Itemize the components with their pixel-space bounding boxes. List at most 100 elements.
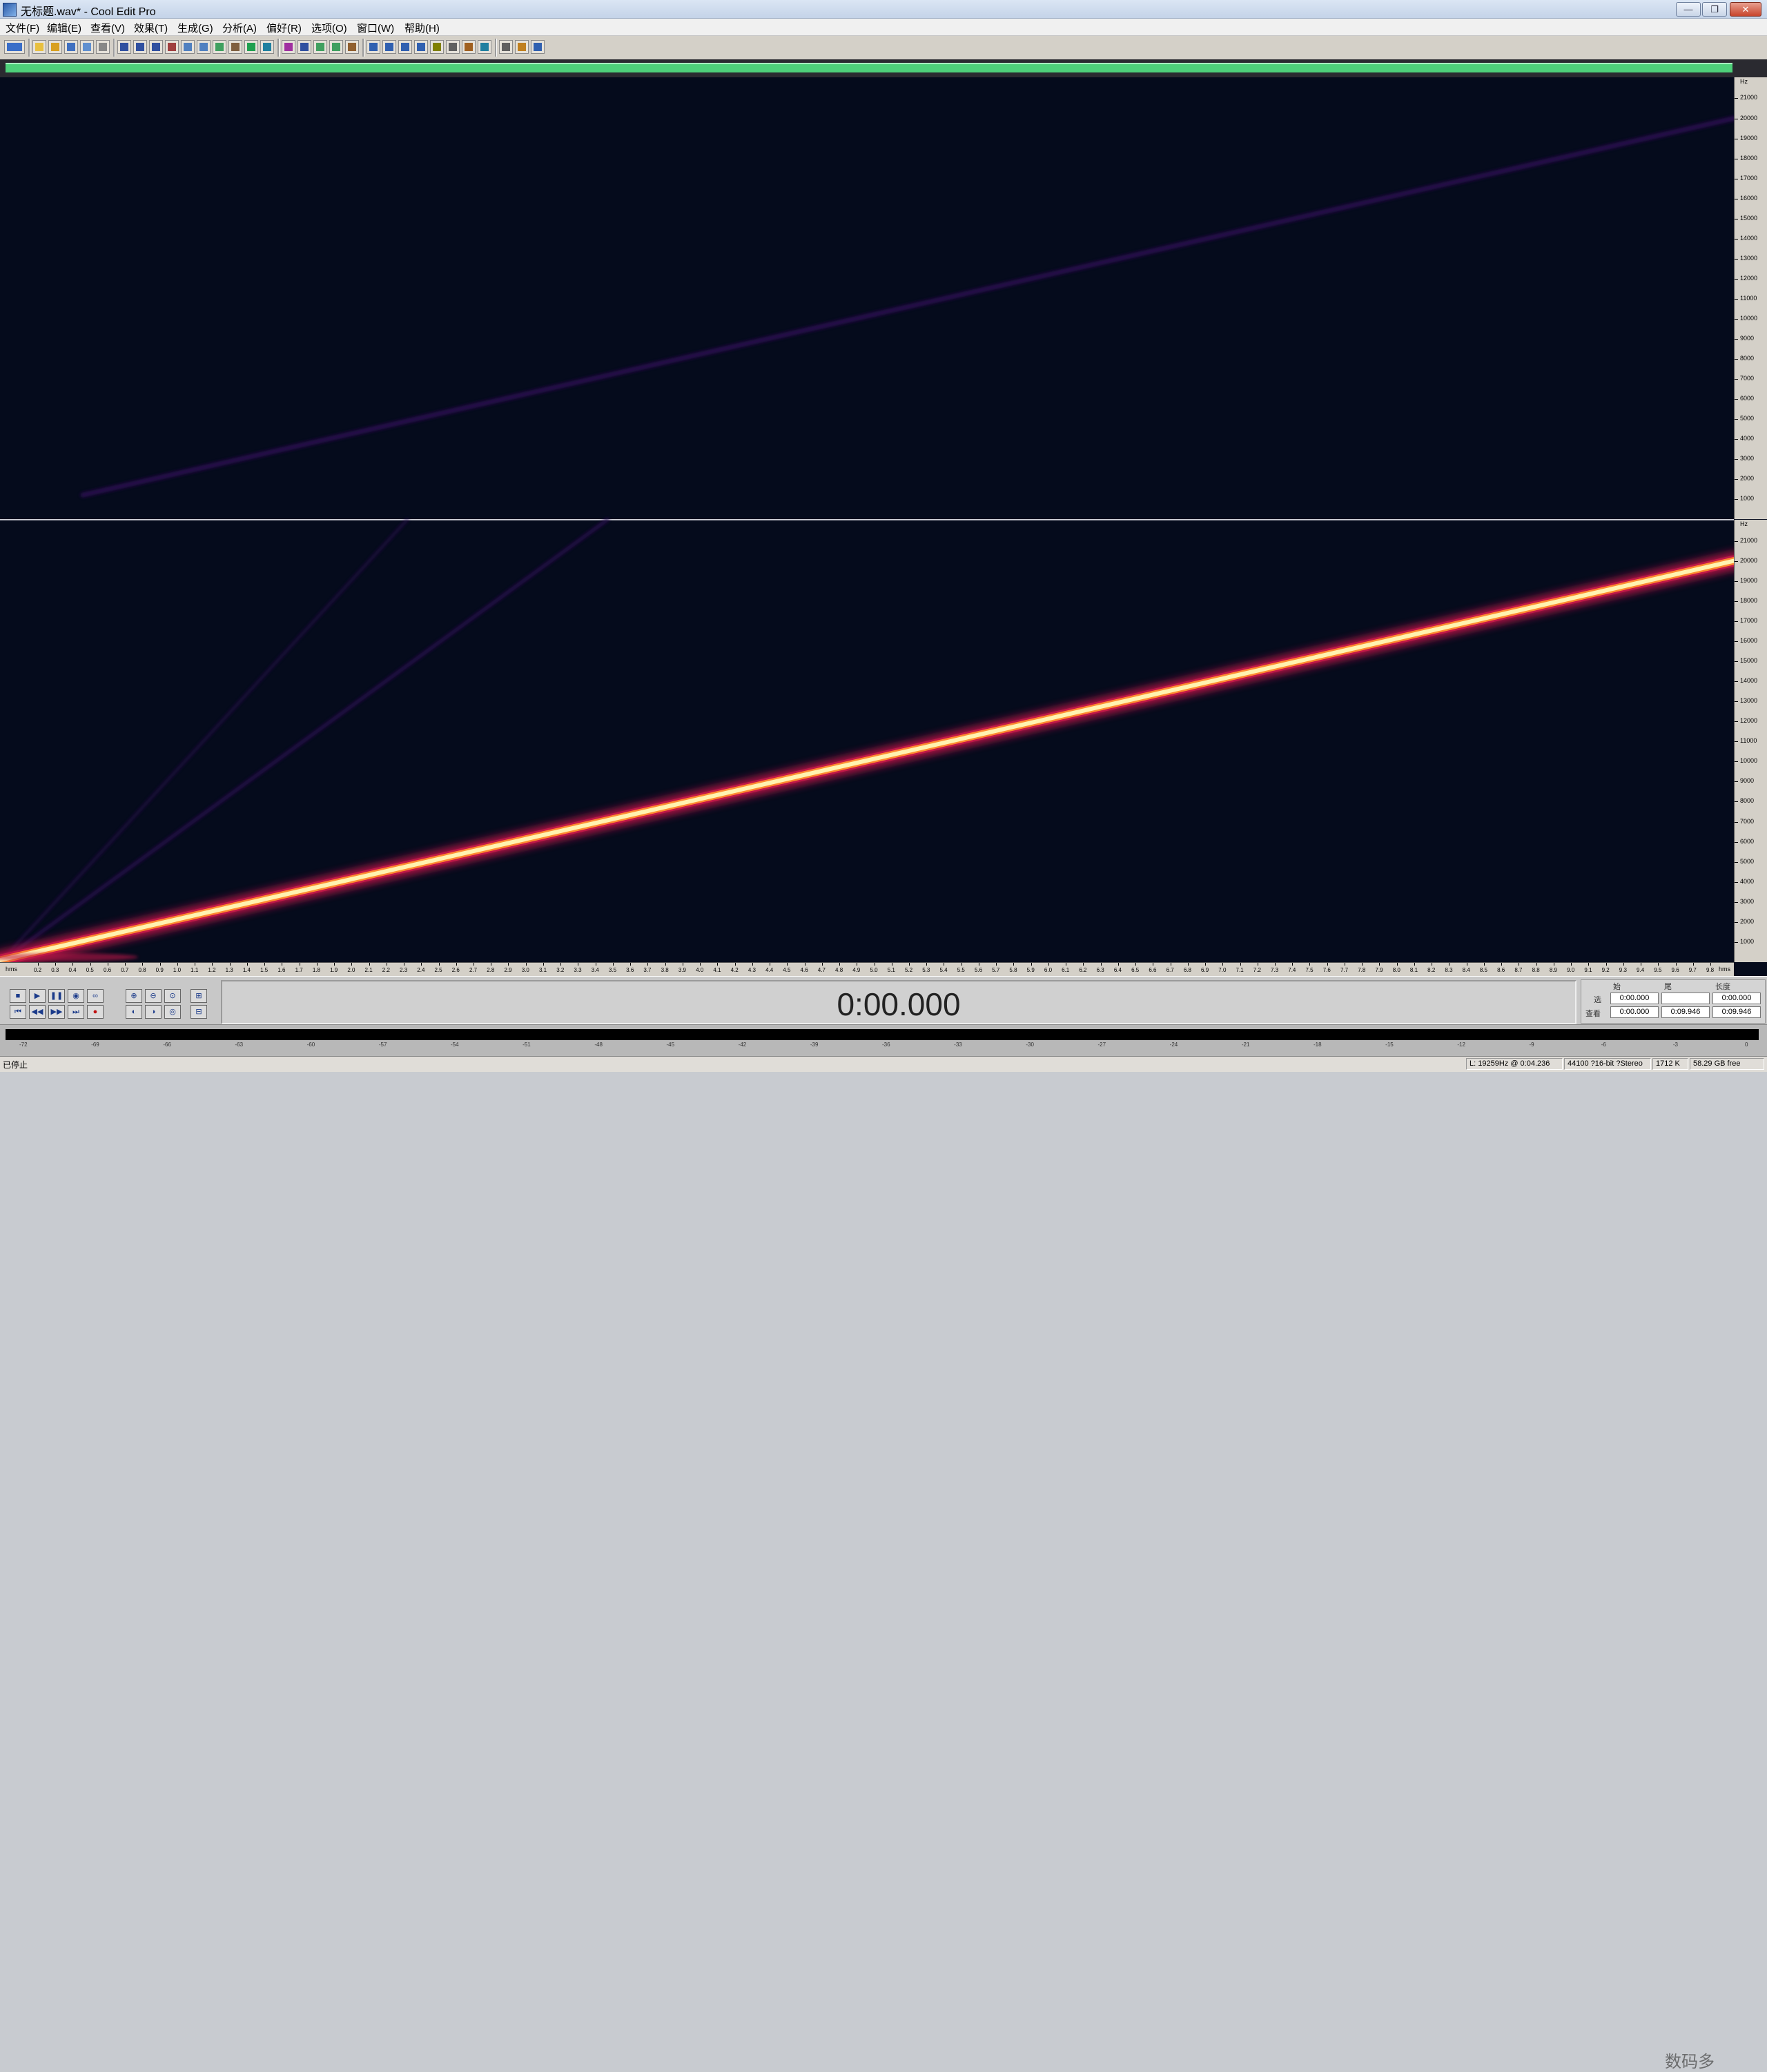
menu-generate[interactable]: 生成(G)	[177, 21, 213, 35]
save-as-icon[interactable]	[80, 40, 94, 54]
meter-scale-label: -12	[1457, 1042, 1465, 1048]
mix-paste-icon[interactable]	[213, 40, 226, 54]
play-to-end-button[interactable]: ◉	[68, 989, 84, 1003]
menu-window[interactable]: 窗口(W)	[357, 21, 394, 35]
view-end-field[interactable]: 0:09.946	[1661, 1006, 1710, 1018]
loop-play-button[interactable]: ∞	[87, 989, 104, 1003]
selection-start-field[interactable]: 0:00.000	[1610, 993, 1659, 1004]
redo-icon[interactable]	[133, 40, 147, 54]
spectral-view-icon[interactable]	[282, 40, 295, 54]
time-ruler[interactable]: hms hms 0.2 0.3 0.4 0.5 0.6 0.7 0.8 0.9 1.0 1.1 1.…	[0, 962, 1734, 977]
new-file-icon[interactable]	[32, 40, 46, 54]
paste-icon[interactable]	[197, 40, 211, 54]
menu-view[interactable]: 查看(V)	[90, 21, 125, 35]
copy-icon[interactable]	[181, 40, 195, 54]
repeat-icon[interactable]	[149, 40, 163, 54]
zoom-left-icon[interactable]: ◐	[126, 1005, 142, 1019]
snap-icon[interactable]	[329, 40, 343, 54]
metronome-icon[interactable]	[345, 40, 359, 54]
trim-icon[interactable]	[228, 40, 242, 54]
menu-options[interactable]: 选项(O)	[311, 21, 347, 35]
time-tick	[1309, 963, 1311, 966]
restore-button[interactable]: ❐	[1702, 2, 1727, 17]
go-to-end-button[interactable]: ⏭	[68, 1005, 84, 1019]
cue-list-icon[interactable]	[398, 40, 412, 54]
rewind-button[interactable]: ◀◀	[29, 1005, 46, 1019]
ruler-label-21000: 21000	[1740, 94, 1758, 101]
zoom-selection-icon[interactable]: ◎	[164, 1005, 181, 1019]
open-file-icon[interactable]	[48, 40, 62, 54]
stop-button[interactable]: ■	[10, 989, 26, 1003]
level-icon[interactable]	[478, 40, 491, 54]
menu-help[interactable]: 帮助(H)	[404, 21, 440, 35]
meter-scale-label: -66	[163, 1042, 171, 1048]
time-tick	[1414, 963, 1415, 966]
watermark: 数码多	[1665, 2053, 1715, 2071]
ruler-hz-label: Hz	[1740, 78, 1748, 85]
zoom-out-icon[interactable]: ⊖	[145, 989, 162, 1003]
loop-icon[interactable]	[260, 40, 274, 54]
time-tick	[1240, 963, 1241, 966]
close-file-icon[interactable]	[96, 40, 110, 54]
meter-scale-label: -30	[1026, 1042, 1034, 1048]
cd-icon[interactable]	[367, 40, 380, 54]
time-label: 9.6	[1671, 967, 1679, 973]
mix-icon[interactable]	[313, 40, 327, 54]
ruler-tick	[1735, 338, 1738, 340]
zoom-full-icon[interactable]: ⊙	[164, 989, 181, 1003]
view-length-field[interactable]: 0:09.946	[1712, 1006, 1761, 1018]
visible-range-bar[interactable]	[6, 63, 1732, 72]
time-label: 4.8	[835, 967, 843, 973]
menu-favorites[interactable]: 偏好(R)	[266, 21, 302, 35]
undo-icon[interactable]	[117, 40, 131, 54]
waveform-view-icon[interactable]	[4, 40, 25, 54]
save-icon[interactable]	[64, 40, 78, 54]
cut-icon[interactable]	[165, 40, 179, 54]
play-button[interactable]: ▶	[29, 989, 46, 1003]
minimize-button[interactable]: —	[1676, 2, 1701, 17]
spectrogram[interactable]	[0, 77, 1734, 962]
play-list-icon[interactable]	[414, 40, 428, 54]
time-tick	[1483, 963, 1485, 966]
time-label: 8.4	[1462, 967, 1470, 973]
fast-forward-button[interactable]: ▶▶	[48, 1005, 65, 1019]
time-label: 0.6	[103, 967, 112, 973]
zoom-in-icon[interactable]: ⊕	[126, 989, 142, 1003]
fft-icon[interactable]	[462, 40, 476, 54]
time-label: 1.9	[330, 967, 338, 973]
menu-effects[interactable]: 效果(T)	[134, 21, 168, 35]
selection-length-field[interactable]: 0:00.000	[1712, 993, 1761, 1004]
settings-icon[interactable]	[499, 40, 513, 54]
info-icon[interactable]	[531, 40, 545, 54]
close-button[interactable]: ✕	[1730, 2, 1761, 17]
menu-edit[interactable]: 编辑(E)	[47, 21, 81, 35]
time-tick	[212, 963, 213, 966]
ruler-label-10000: 10000	[1740, 314, 1758, 322]
ruler-tick	[1735, 841, 1738, 843]
selection-end-field[interactable]	[1661, 993, 1710, 1004]
view-start-field[interactable]: 0:00.000	[1610, 1006, 1659, 1018]
noise-icon[interactable]	[446, 40, 460, 54]
time-label: 1.7	[295, 967, 303, 973]
pause-button[interactable]: ❚❚	[48, 989, 65, 1003]
menu-file[interactable]: 文件(F)	[6, 21, 39, 35]
go-to-start-button[interactable]: ⏮	[10, 1005, 26, 1019]
batch-icon[interactable]	[382, 40, 396, 54]
marker-icon[interactable]	[297, 40, 311, 54]
time-label: 6.2	[1079, 967, 1087, 973]
waveform-overview[interactable]	[0, 59, 1767, 77]
time-label: 8.8	[1532, 967, 1540, 973]
menu-analyze[interactable]: 分析(A)	[222, 21, 257, 35]
record-button[interactable]: ●	[87, 1005, 104, 1019]
time-tick	[334, 963, 335, 966]
app-icon[interactable]	[3, 3, 17, 17]
zoom-vertical-out-icon[interactable]: ⊟	[191, 1005, 207, 1019]
zoom-right-icon[interactable]: ◑	[145, 1005, 162, 1019]
zoom-vertical-in-icon[interactable]: ⊞	[191, 989, 207, 1003]
spectral-view[interactable]: Hz 21000 20000 19000 18000 17000 16000 15000 140…	[0, 77, 1767, 976]
ruler-tick	[1735, 721, 1738, 723]
help-icon[interactable]	[515, 40, 529, 54]
tone-icon[interactable]	[430, 40, 444, 54]
time-label: 9.2	[1601, 967, 1610, 973]
generate-icon[interactable]	[244, 40, 258, 54]
